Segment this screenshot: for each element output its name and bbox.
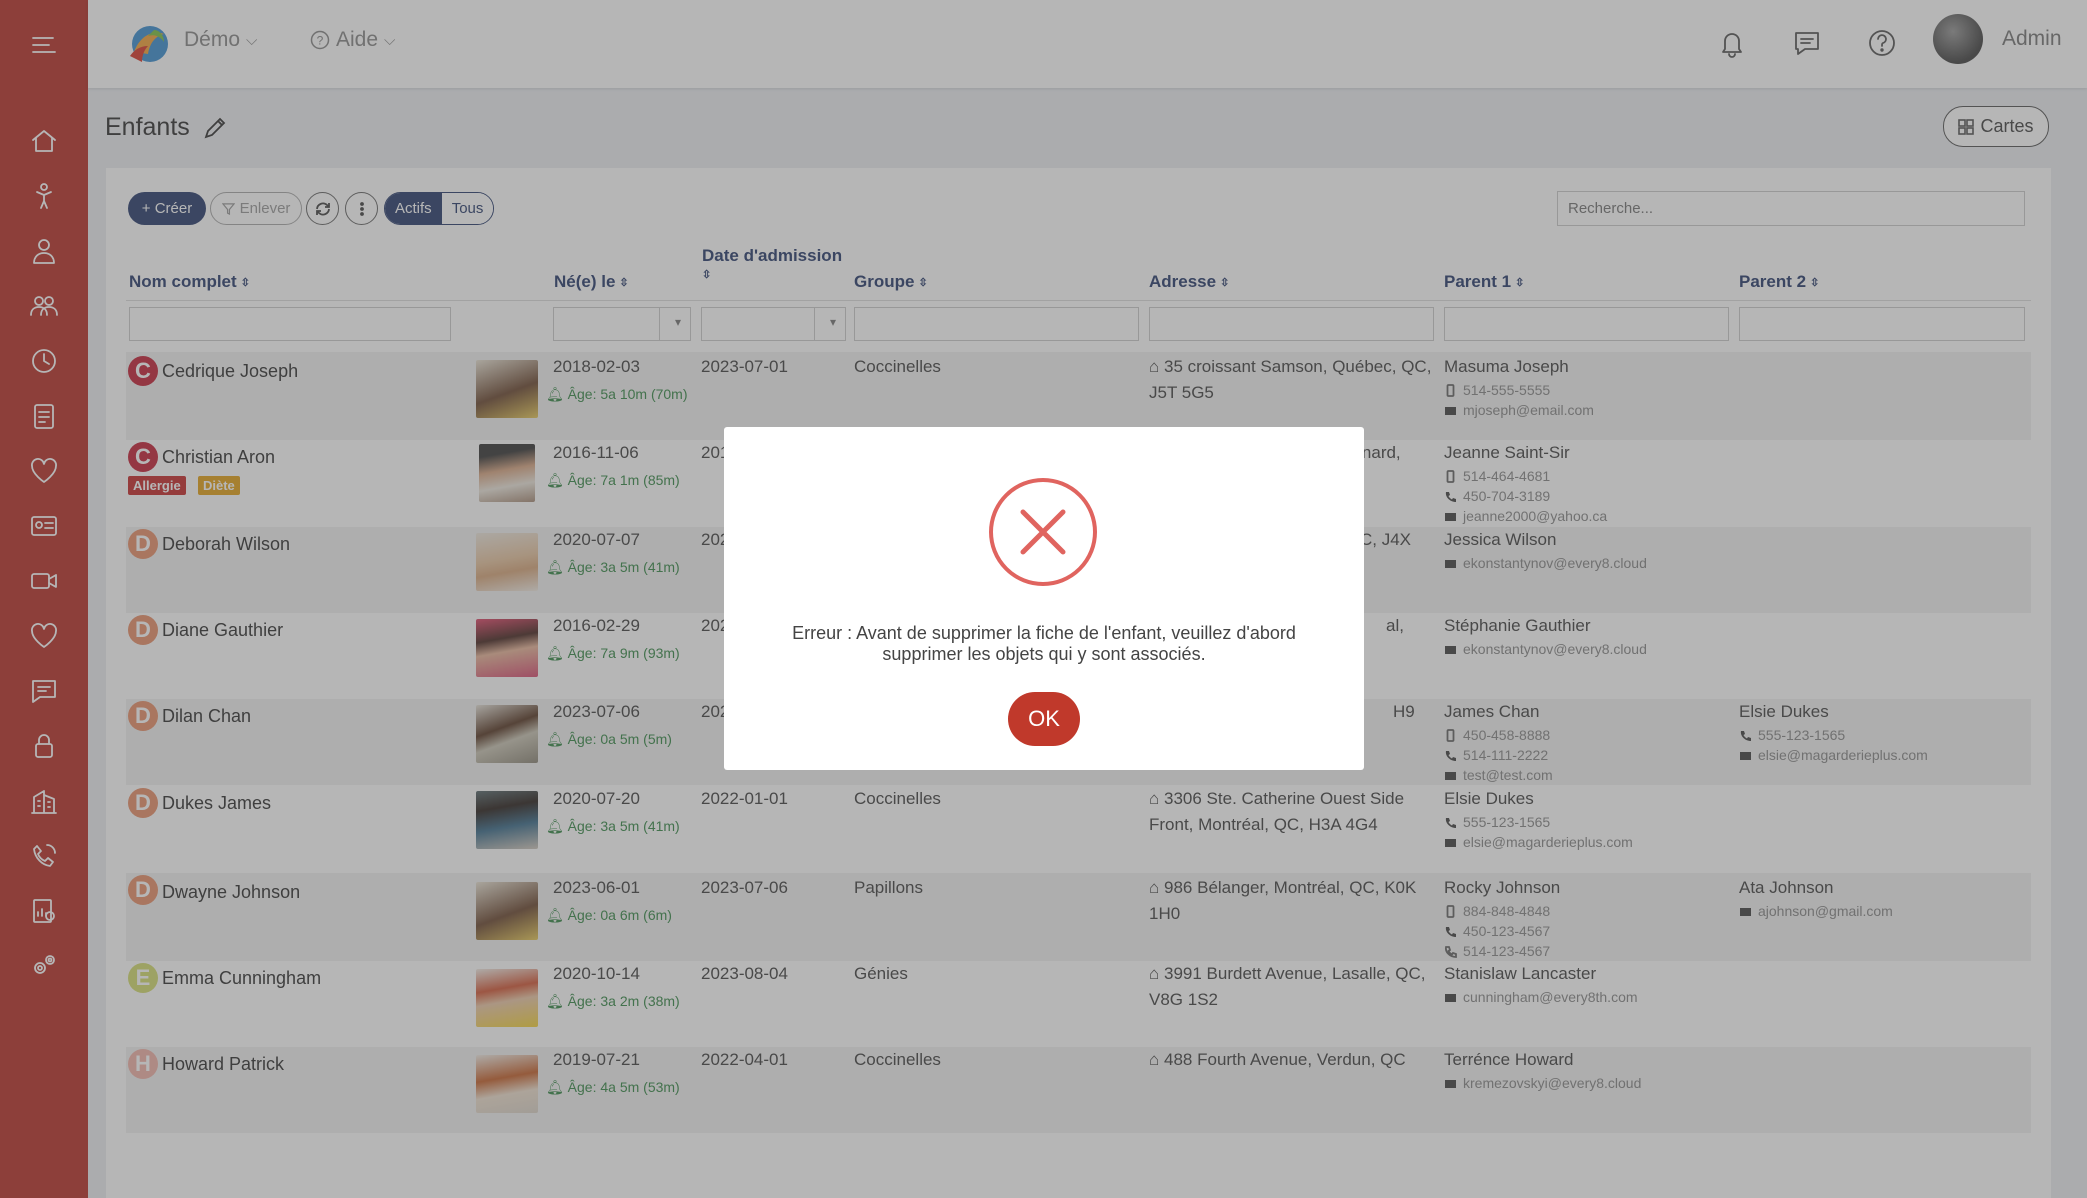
error-x-icon [988, 477, 1098, 587]
error-dialog: Erreur : Avant de supprimer la fiche de … [724, 427, 1364, 770]
ok-button[interactable]: OK [1008, 692, 1080, 746]
error-message: Erreur : Avant de supprimer la fiche de … [792, 623, 1296, 664]
